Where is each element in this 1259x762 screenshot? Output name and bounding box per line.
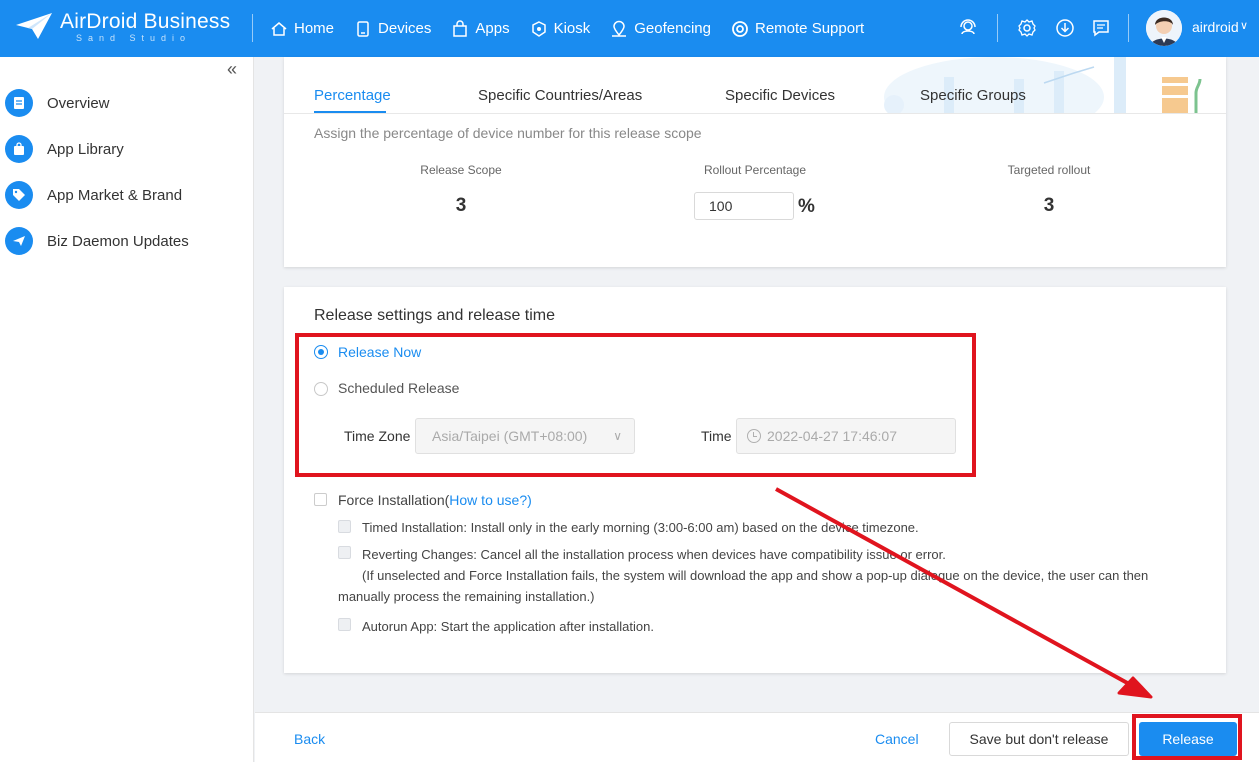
divider — [997, 14, 998, 42]
reverting-changes-label: Reverting Changes: Cancel all the instal… — [362, 547, 946, 562]
targeted-rollout-label: Targeted rollout — [1007, 163, 1091, 177]
rollout-percentage-label: Rollout Percentage — [703, 163, 807, 177]
release-scope-tabs: Percentage Specific Countries/Areas Spec… — [314, 87, 1196, 114]
release-scope-label: Release Scope — [420, 163, 502, 177]
sidebar-item-app-market-brand[interactable]: App Market & Brand — [5, 180, 182, 210]
message-icon[interactable] — [1091, 18, 1111, 38]
nav-label: Geofencing — [634, 20, 711, 37]
nav-apps[interactable]: Apps — [451, 0, 520, 57]
brand-name: AirDroid Business — [60, 10, 231, 33]
nav-label: Apps — [475, 20, 510, 37]
sidebar-item-label: App Library — [47, 140, 124, 158]
autorun-app-checkbox[interactable] — [338, 618, 351, 631]
timed-installation-checkbox[interactable] — [338, 520, 351, 533]
footer-bar: Back Cancel Save but don't release Relea… — [255, 712, 1259, 762]
percent-unit: % — [798, 196, 815, 217]
bag-icon — [5, 135, 33, 163]
kiosk-icon — [531, 20, 546, 37]
apps-icon — [453, 19, 468, 37]
sidebar-item-biz-daemon-updates[interactable]: Biz Daemon Updates — [5, 226, 189, 256]
sidebar: « Overview App Library App Market & Bran… — [0, 57, 254, 762]
nav-devices[interactable]: Devices — [354, 0, 442, 57]
brand-sub: Sand Studio — [76, 33, 192, 43]
sidebar-item-app-library[interactable]: App Library — [5, 134, 124, 164]
tab-percentage[interactable]: Percentage — [314, 87, 391, 104]
download-icon[interactable] — [1055, 18, 1075, 38]
paper-plane-icon — [5, 227, 33, 255]
release-settings-title: Release settings and release time — [314, 307, 556, 324]
gear-icon[interactable] — [1017, 18, 1037, 38]
nav-remote-support[interactable]: Remote Support — [731, 0, 875, 57]
user-name[interactable]: airdroid — [1192, 19, 1239, 35]
nav-label: Home — [294, 20, 335, 37]
cancel-button[interactable]: Cancel — [875, 731, 919, 747]
back-button[interactable]: Back — [294, 731, 325, 747]
avatar[interactable] — [1146, 10, 1182, 46]
avatar-icon — [1146, 10, 1182, 46]
reverting-note-line1: (If unselected and Force Installation fa… — [362, 568, 1149, 583]
top-bar: AirDroid Business Sand Studio Home Devic… — [0, 0, 1259, 57]
sidebar-item-label: App Market & Brand — [47, 186, 183, 204]
tab-specific-countries[interactable]: Specific Countries/Areas — [478, 87, 642, 104]
tag-icon — [5, 181, 33, 209]
force-installation-label: Force Installation(How to use?) — [338, 492, 532, 508]
force-installation-close: ) — [527, 492, 532, 508]
reverting-changes-checkbox[interactable] — [338, 546, 351, 559]
nav-kiosk[interactable]: Kiosk — [530, 0, 602, 57]
nav-label: Kiosk — [553, 20, 591, 37]
staged-release-card: Percentage Specific Countries/Areas Spec… — [284, 57, 1226, 267]
nav-geofencing[interactable]: Geofencing — [610, 0, 722, 57]
chevron-down-icon[interactable]: ∨ — [1240, 19, 1248, 32]
highlight-box-release-button — [1132, 714, 1242, 760]
main-nav: Home Devices Apps Kiosk Geofencing Remot… — [270, 0, 884, 57]
tabs-divider — [284, 113, 1226, 114]
targeted-rollout-value: 3 — [1043, 195, 1055, 216]
document-icon — [5, 89, 33, 117]
lifebuoy-icon — [732, 20, 748, 37]
nav-label: Devices — [378, 20, 432, 37]
divider — [1128, 14, 1129, 42]
scope-hint: Assign the percentage of device number f… — [314, 125, 702, 141]
paper-plane-logo-icon — [16, 13, 52, 39]
collapse-sidebar-icon[interactable]: « — [227, 59, 237, 80]
home-icon — [271, 21, 287, 36]
brand-logo[interactable]: AirDroid Business Sand Studio — [14, 9, 234, 49]
save-without-release-button[interactable]: Save but don't release — [949, 722, 1129, 756]
reverting-note-line2: manually process the remaining installat… — [338, 589, 595, 604]
force-installation-text: Force Installation( — [338, 492, 450, 508]
sidebar-item-label: Overview — [47, 94, 110, 112]
highlight-box-release-options — [295, 333, 976, 477]
rollout-percentage-input[interactable]: 100 — [694, 192, 794, 220]
tab-specific-devices[interactable]: Specific Devices — [725, 87, 835, 104]
how-to-use-link[interactable]: How to use? — [449, 492, 527, 508]
sidebar-item-overview[interactable]: Overview — [5, 88, 110, 118]
autorun-app-label: Autorun App: Start the application after… — [362, 619, 654, 634]
geofence-icon — [612, 20, 627, 37]
tab-specific-groups[interactable]: Specific Groups — [920, 87, 1026, 104]
timed-installation-label: Timed Installation: Install only in the … — [362, 520, 919, 535]
scrollbar[interactable] — [1255, 57, 1259, 712]
nav-home[interactable]: Home — [270, 0, 345, 57]
device-icon — [357, 20, 369, 37]
nav-label: Remote Support — [755, 20, 865, 37]
force-installation-checkbox[interactable] — [314, 493, 327, 506]
release-scope-value: 3 — [455, 195, 467, 216]
sidebar-item-label: Biz Daemon Updates — [47, 232, 189, 250]
divider — [252, 14, 253, 42]
headset-icon[interactable] — [958, 18, 978, 38]
